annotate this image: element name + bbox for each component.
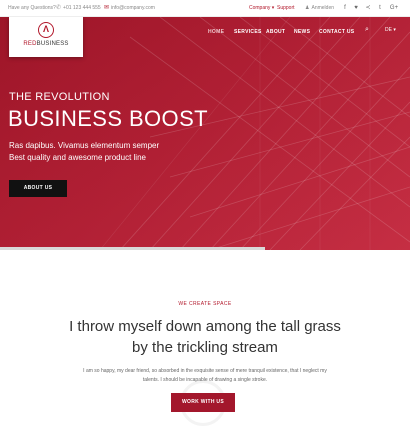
hero-section: Λ REDBUSINESS HOME SERVICES ABOUT NEWS C… [0, 17, 410, 250]
chevron-down-icon: ▾ [393, 27, 396, 33]
tumblr-icon[interactable]: t [375, 0, 385, 17]
questions-text: Have any Questions? [8, 5, 56, 11]
support-link[interactable]: Support [277, 0, 295, 17]
company-label: Company [249, 5, 271, 11]
hero-progress-bar [0, 247, 265, 250]
work-with-us-button[interactable]: WORK WITH US [171, 393, 235, 412]
phone-contact[interactable]: ✆ +01 123 444 555 [56, 0, 101, 17]
hero-title: BUSINESS BOOST [8, 106, 208, 131]
section-kicker: WE CREATE SPACE [178, 301, 232, 307]
nav-services[interactable]: SERVICES [234, 27, 262, 37]
user-icon: ♟ [305, 5, 310, 11]
facebook-icon[interactable]: f [340, 0, 350, 17]
share-icon[interactable]: ≺ [363, 0, 373, 17]
about-us-button[interactable]: ABOUT US [9, 180, 67, 197]
logo-mark-icon: Λ [38, 22, 54, 38]
phone-number: +01 123 444 555 [63, 5, 101, 11]
site-logo[interactable]: Λ REDBUSINESS [9, 17, 83, 57]
login-label: Anmelden [311, 5, 334, 11]
nav-about[interactable]: ABOUT [266, 27, 285, 37]
google-plus-icon[interactable]: G+ [388, 0, 400, 17]
email-contact[interactable]: ✉ info@company.com [104, 0, 155, 17]
phone-icon: ✆ [56, 5, 62, 11]
hero-subtitle-line-1: Ras dapibus. Vivamus elementum semper [9, 141, 160, 150]
nav-home[interactable]: HOME [208, 27, 224, 37]
language-selector[interactable]: DE ▾ [385, 27, 396, 33]
hero-kicker: THE REVOLUTION [9, 91, 110, 103]
envelope-icon: ✉ [104, 5, 110, 11]
nav-news[interactable]: NEWS [294, 27, 310, 37]
logo-wordmark: REDBUSINESS [23, 41, 69, 47]
language-label: DE [385, 27, 392, 33]
chevron-down-icon: ▾ [271, 5, 275, 11]
nav-contact-us[interactable]: CONTACT US [319, 27, 354, 37]
section-title: I throw myself down among the tall grass… [69, 318, 341, 356]
email-address: info@company.com [111, 5, 155, 11]
top-bar: Have any Questions? ✆ +01 123 444 555 ✉ in… [0, 0, 410, 17]
company-menu[interactable]: Company ▾ [249, 0, 274, 17]
section-body: I am so happy, my dear friend, so absorb… [83, 368, 327, 383]
login-link[interactable]: ♟ Anmelden [305, 0, 334, 17]
hero-subtitle-line-2: Best quality and awesome product line [9, 153, 146, 162]
search-icon[interactable]: ⌕ [365, 26, 369, 34]
twitter-icon[interactable]: ♥ [351, 0, 361, 17]
